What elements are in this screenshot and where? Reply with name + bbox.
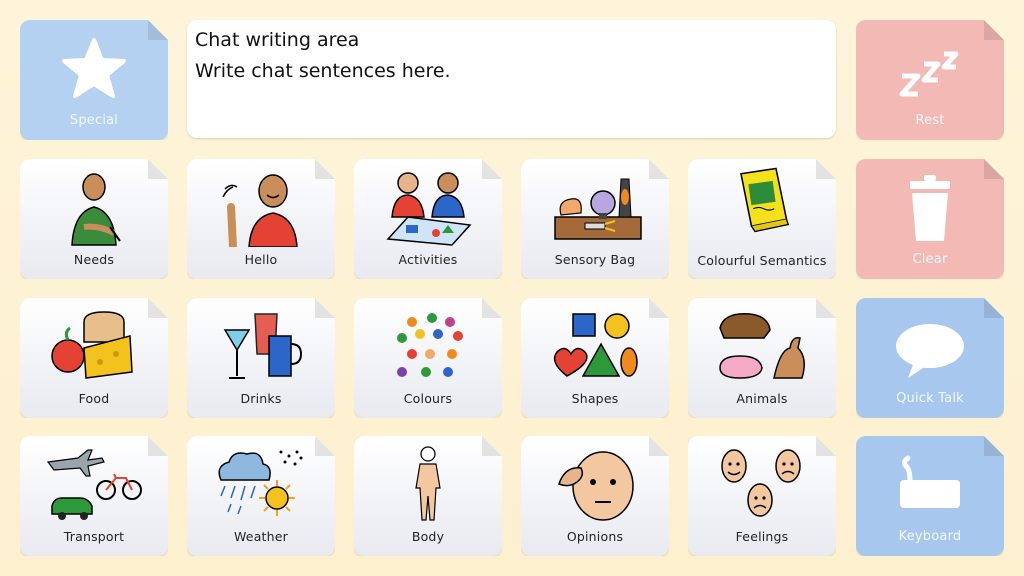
tile-fold <box>984 298 1004 318</box>
quick-talk-label: Quick Talk <box>896 391 964 406</box>
tile-label: Feelings <box>735 529 789 544</box>
tile-fold <box>649 436 669 456</box>
tile-fold <box>816 436 836 456</box>
tile-label: Animals <box>736 391 788 406</box>
tile-fold <box>816 298 836 318</box>
tile-fold <box>482 159 502 179</box>
keyboard-icon <box>880 444 980 524</box>
keyboard-label: Keyboard <box>898 529 962 544</box>
tile-fold <box>148 159 168 179</box>
tile-label: Drinks <box>240 391 282 406</box>
colour-dots-icon <box>378 306 478 386</box>
tile-colourful-semantics[interactable]: Colourful Semantics <box>688 159 836 279</box>
tile-fold <box>315 159 335 179</box>
tile-label: Food <box>78 391 110 406</box>
rest-label: Rest <box>915 113 945 128</box>
chat-writing-area[interactable]: Chat writing area Write chat sentences h… <box>187 20 836 138</box>
tile-feelings[interactable]: Feelings <box>688 436 836 556</box>
drinks-icon <box>211 306 311 386</box>
tile-animals[interactable]: Animals <box>688 298 836 418</box>
tile-fold <box>984 436 1004 456</box>
tile-label: Colours <box>403 391 453 406</box>
tile-label: Colourful Semantics <box>697 253 827 268</box>
clear-label: Clear <box>912 252 948 267</box>
tile-sensory-bag[interactable]: Sensory Bag <box>521 159 669 279</box>
chat-placeholder: Write chat sentences here. <box>195 60 451 82</box>
tile-drinks[interactable]: Drinks <box>187 298 335 418</box>
tile-label: Opinions <box>566 529 624 544</box>
tile-fold <box>315 436 335 456</box>
feelings-faces-icon <box>712 444 812 524</box>
tile-label: Body <box>411 529 445 544</box>
clear-button[interactable]: Clear <box>856 159 1004 279</box>
chat-title: Chat writing area <box>195 29 360 51</box>
book-icon <box>712 165 812 235</box>
needs-person-icon <box>44 167 144 247</box>
tile-label: Transport <box>63 529 125 544</box>
keyboard-button[interactable]: Keyboard <box>856 436 1004 556</box>
tile-fold <box>482 436 502 456</box>
tile-transport[interactable]: Transport <box>20 436 168 556</box>
tile-label: Needs <box>73 252 115 267</box>
tile-body[interactable]: Body <box>354 436 502 556</box>
tile-fold <box>148 298 168 318</box>
tile-fold <box>315 298 335 318</box>
tile-weather[interactable]: Weather <box>187 436 335 556</box>
sleep-zzz-icon <box>880 28 980 108</box>
transport-icon <box>44 444 144 524</box>
tile-fold <box>148 436 168 456</box>
weather-icon <box>211 444 311 524</box>
star-icon <box>44 28 144 108</box>
trash-bin-icon <box>880 167 980 247</box>
speech-bubble-icon <box>880 306 980 386</box>
body-outline-icon <box>378 444 478 524</box>
special-button[interactable]: Special <box>20 20 168 140</box>
tile-needs[interactable]: Needs <box>20 159 168 279</box>
tile-shapes[interactable]: Shapes <box>521 298 669 418</box>
tile-label: Shapes <box>571 391 619 406</box>
tile-fold <box>984 159 1004 179</box>
special-label: Special <box>69 113 119 128</box>
tile-colours[interactable]: Colours <box>354 298 502 418</box>
shapes-icon <box>545 306 645 386</box>
tile-hello[interactable]: Hello <box>187 159 335 279</box>
tile-fold <box>649 159 669 179</box>
tile-fold <box>984 20 1004 40</box>
tile-label: Weather <box>233 529 289 544</box>
tile-label: Hello <box>244 252 278 267</box>
tile-activities[interactable]: Activities <box>354 159 502 279</box>
tile-fold <box>148 20 168 40</box>
food-icon <box>44 306 144 386</box>
activities-children-icon <box>378 167 478 247</box>
tile-label: Activities <box>398 252 458 267</box>
rest-button[interactable]: Rest <box>856 20 1004 140</box>
tile-fold <box>482 298 502 318</box>
animals-icon <box>712 306 812 386</box>
sensory-items-icon <box>545 167 645 247</box>
tile-fold <box>816 159 836 179</box>
tile-fold <box>649 298 669 318</box>
waving-person-icon <box>211 167 311 251</box>
tile-food[interactable]: Food <box>20 298 168 418</box>
tile-opinions[interactable]: Opinions <box>521 436 669 556</box>
tile-label: Sensory Bag <box>554 252 636 267</box>
thinking-face-icon <box>545 444 645 524</box>
quick-talk-button[interactable]: Quick Talk <box>856 298 1004 418</box>
